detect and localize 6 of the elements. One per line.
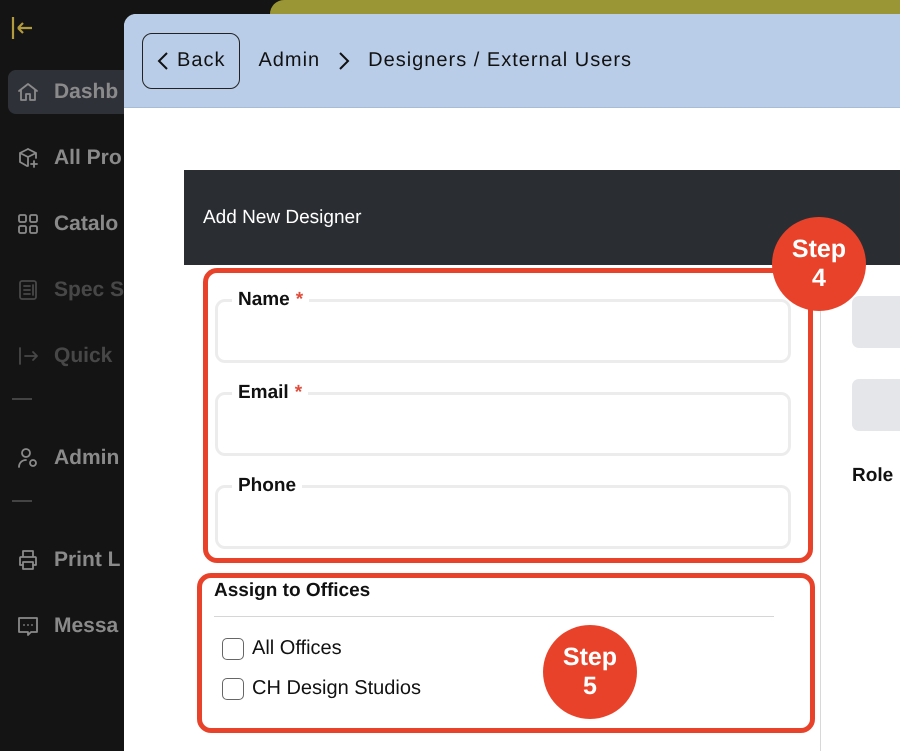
checkbox-label: CH Design Studios bbox=[252, 677, 421, 700]
section-title: Assign to Offices bbox=[214, 580, 370, 602]
step-badge: Step 5 bbox=[543, 625, 637, 719]
field-label: Role bbox=[852, 465, 894, 487]
breadcrumb-current: Designers / External Users bbox=[368, 49, 632, 72]
checkbox-label: All Offices bbox=[252, 637, 342, 660]
